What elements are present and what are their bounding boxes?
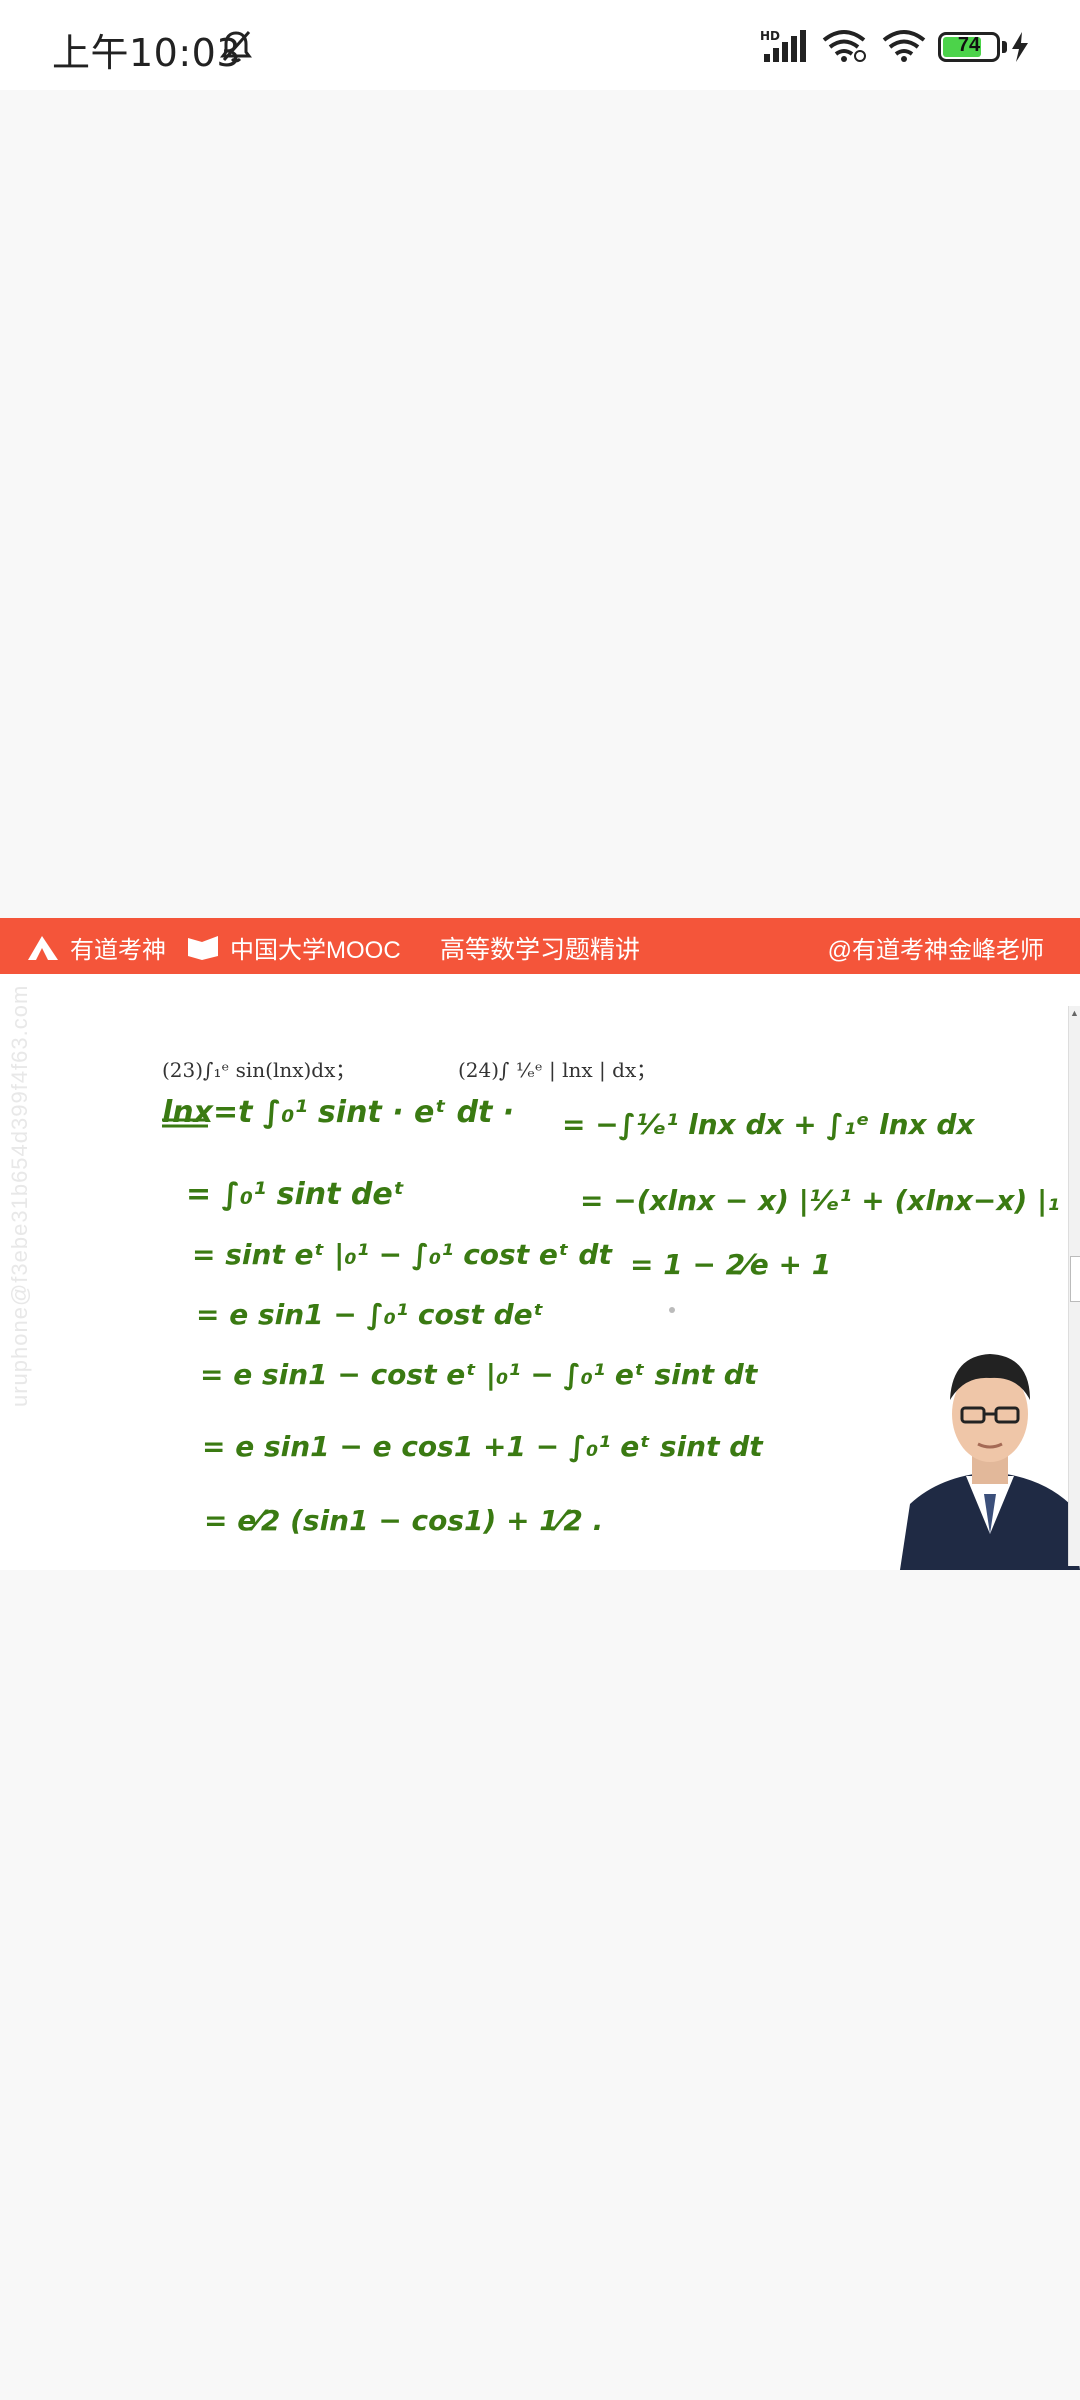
- wifi-link-icon: [822, 30, 866, 62]
- wifi-icon: [882, 30, 926, 62]
- charging-bolt-icon: [1012, 32, 1028, 62]
- right-line-1: = −∫¹⁄ₑ¹ lnx dx + ∫₁ᵉ lnx dx: [562, 1108, 975, 1141]
- left-line-5: = e sin1 − cost eᵗ |₀¹ − ∫₀¹ eᵗ sint dt: [200, 1358, 759, 1391]
- left-line-7: = e⁄2 (sin1 − cos1) + 1⁄2 .: [204, 1504, 603, 1537]
- status-bar: 上午10:03 HD 74: [0, 0, 1080, 90]
- video-player[interactable]: 有道考神 中国大学MOOC 高等数学习题精讲 @有道考神金峰老师 uruphon…: [0, 918, 1080, 1570]
- battery-icon: 74: [938, 32, 1007, 62]
- lecture-slide: uruphone@f3ebe31b654d399f4f63.com (23)∫₁…: [0, 974, 1080, 1570]
- left-line-3: = sint eᵗ |₀¹ − ∫₀¹ cost eᵗ dt: [192, 1238, 613, 1271]
- hd-label: HD: [760, 29, 780, 43]
- hd-signal-icon: HD: [760, 29, 806, 62]
- video-banner: 有道考神 中国大学MOOC 高等数学习题精讲 @有道考神金峰老师: [0, 918, 1080, 974]
- right-line-3: = 1 − 2⁄e + 1: [630, 1248, 831, 1281]
- slide-scrollbar[interactable]: ▲: [1068, 1006, 1080, 1566]
- teacher-handle: @有道考神金峰老师: [827, 937, 1044, 964]
- status-time: 上午10:03: [52, 31, 242, 75]
- left-line-2: = ∫₀¹ sint deᵗ: [186, 1177, 404, 1212]
- silent-bell-icon: [220, 31, 252, 63]
- teacher-avatar: [900, 1354, 1080, 1570]
- scroll-thumb[interactable]: [1070, 1256, 1080, 1302]
- left-line-1: lnx=t ∫₀¹ sint · eᵗ dt ·: [162, 1095, 514, 1130]
- scroll-up-icon[interactable]: ▲: [1070, 1008, 1079, 1018]
- left-line-4: = e sin1 − ∫₀¹ cost deᵗ: [196, 1298, 544, 1331]
- left-line-6: = e sin1 − e cos1 +1 − ∫₀¹ eᵗ sint dt: [202, 1430, 764, 1463]
- battery-level: 74: [957, 34, 981, 56]
- right-line-2: = −(xlnx − x) |¹⁄ₑ¹ + (xlnx−x) |₁ᵉ: [580, 1184, 1060, 1217]
